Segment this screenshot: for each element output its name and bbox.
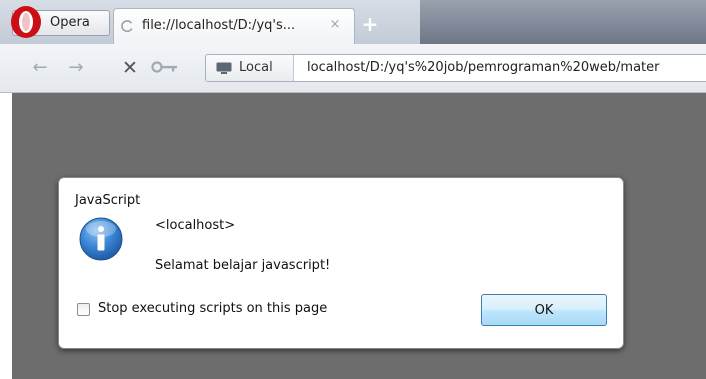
dialog-origin-text: <localhost> bbox=[155, 218, 236, 233]
site-badge-label: Local bbox=[239, 60, 273, 75]
dialog-message: Selamat belajar javascript! bbox=[155, 258, 331, 273]
tab-bar: Opera file://localhost/D:/yq's... × + bbox=[0, 0, 706, 44]
opera-menu-label: Opera bbox=[50, 15, 90, 30]
tab-title: file://localhost/D:/yq's... bbox=[142, 18, 296, 33]
address-field[interactable]: Local localhost/D:/yq's%20job/pemrograma… bbox=[205, 54, 706, 82]
javascript-alert-dialog: JavaScript <localhost> Selamat belajar j… bbox=[58, 177, 624, 349]
site-info-badge[interactable]: Local bbox=[206, 55, 294, 81]
opera-menu-button[interactable]: Opera bbox=[11, 6, 110, 38]
browser-window: Opera file://localhost/D:/yq's... × + ← … bbox=[0, 0, 706, 379]
dialog-title: JavaScript bbox=[75, 193, 141, 208]
loading-icon bbox=[121, 20, 133, 33]
stop-scripts-checkbox[interactable] bbox=[77, 303, 90, 316]
stop-scripts-label[interactable]: Stop executing scripts on this page bbox=[98, 301, 327, 316]
url-text[interactable]: localhost/D:/yq's%20job/pemrograman%20we… bbox=[307, 60, 659, 75]
tab-current[interactable]: file://localhost/D:/yq's... × bbox=[113, 8, 355, 44]
monitor-icon bbox=[216, 62, 232, 74]
address-toolbar: ← → ✕ Local localhost/D:/yq's%20job/pemr… bbox=[0, 44, 706, 93]
new-tab-button[interactable]: + bbox=[358, 14, 382, 34]
back-arrow-icon[interactable]: ← bbox=[28, 58, 52, 78]
close-icon[interactable]: × bbox=[328, 18, 342, 32]
ok-button[interactable]: OK bbox=[481, 294, 607, 326]
opera-logo-icon bbox=[11, 6, 41, 38]
plus-icon: + bbox=[361, 12, 379, 36]
key-icon[interactable] bbox=[150, 57, 180, 77]
tab-bar-background bbox=[420, 0, 706, 44]
page-content: JavaScript <localhost> Selamat belajar j… bbox=[12, 93, 706, 379]
stop-icon[interactable]: ✕ bbox=[118, 58, 142, 78]
info-icon bbox=[79, 217, 123, 261]
forward-arrow-icon[interactable]: → bbox=[64, 58, 88, 78]
